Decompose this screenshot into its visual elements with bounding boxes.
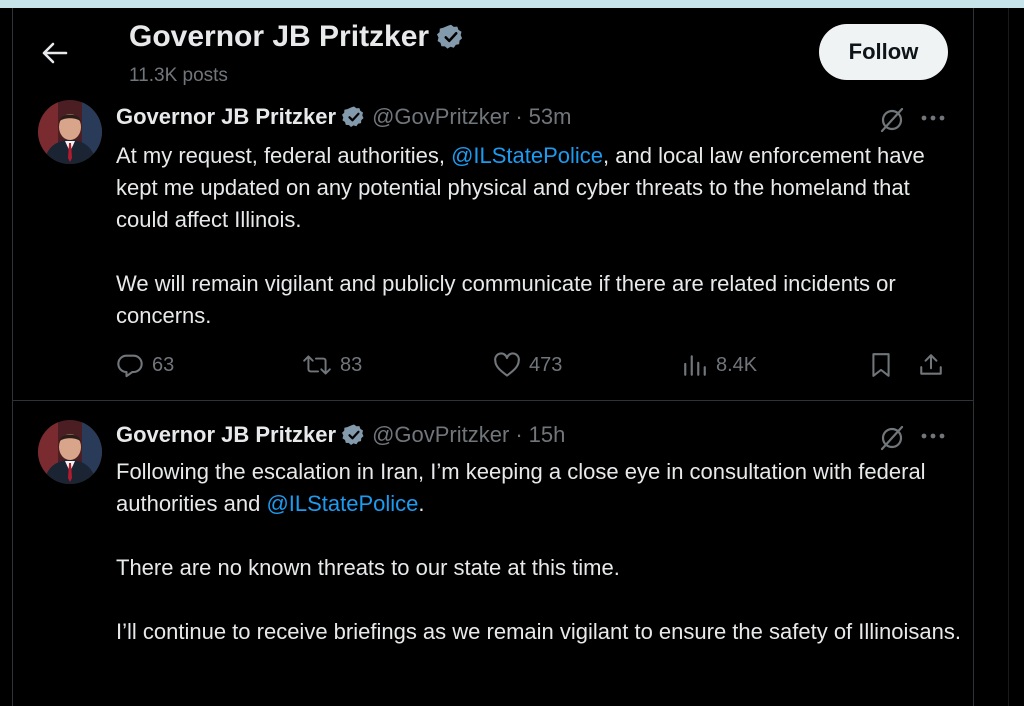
tweet-text: At my request, federal authorities, @ILS… (116, 140, 966, 332)
reply-icon (116, 351, 144, 379)
tweet-timestamp[interactable]: 53m (529, 104, 572, 130)
more-options-button[interactable] (918, 106, 948, 130)
like-count: 473 (529, 353, 563, 376)
share-icon (918, 352, 944, 378)
tweet-paragraph: At my request, federal authorities, @ILS… (116, 140, 966, 236)
page-title: Governor JB Pritzker (129, 20, 465, 54)
reply-button[interactable]: 63 (116, 348, 174, 382)
author-handle[interactable]: @GovPritzker (372, 104, 509, 130)
tweet-paragraph: We will remain vigilant and publicly com… (116, 271, 896, 328)
bookmark-icon (870, 352, 892, 378)
text-segment: Following the escalation in Iran, I’m ke… (116, 459, 926, 516)
verified-badge-icon (342, 423, 366, 447)
more-options-button[interactable] (918, 424, 948, 448)
separator-dot: · (515, 104, 523, 129)
repost-button[interactable]: 83 (302, 348, 362, 382)
post-count: 11.3K posts (129, 65, 228, 86)
avatar[interactable] (38, 100, 102, 164)
profile-name: Governor JB Pritzker (129, 20, 430, 53)
tweet-paragraph: There are no known threats to our state … (116, 555, 620, 580)
author-name[interactable]: Governor JB Pritzker (116, 104, 336, 130)
text-segment: . (418, 491, 425, 516)
author-handle[interactable]: @GovPritzker (372, 422, 509, 448)
tweet-text: Following the escalation in Iran, I’m ke… (116, 456, 966, 648)
follow-button[interactable]: Follow (819, 24, 948, 80)
mention-link[interactable]: @ILStatePolice (266, 491, 418, 516)
tweet[interactable]: Governor JB Pritzker @GovPritzker · 53m … (12, 94, 974, 401)
grok-button[interactable] (876, 422, 908, 454)
heart-icon (493, 352, 521, 378)
window-top-strip (0, 0, 1024, 8)
separator-dot: · (515, 422, 523, 447)
verified-badge-icon (437, 23, 465, 51)
more-dots-icon (921, 115, 945, 121)
bookmark-button[interactable] (870, 348, 892, 382)
profile-header: Governor JB Pritzker 11.3K posts Follow (12, 8, 974, 94)
arrow-left-icon (42, 42, 68, 64)
grok-icon (879, 425, 905, 451)
views-icon (682, 353, 708, 377)
tweet-header: Governor JB Pritzker @GovPritzker · 15h (116, 422, 565, 448)
views-count: 8.4K (716, 353, 758, 376)
share-button[interactable] (918, 348, 944, 382)
tweet-timestamp[interactable]: 15h (529, 422, 566, 448)
rail-divider (1008, 8, 1009, 706)
repost-icon (302, 351, 332, 379)
grok-icon (879, 107, 905, 133)
tweet-header: Governor JB Pritzker @GovPritzker · 53m (116, 104, 571, 130)
reply-count: 63 (152, 353, 175, 376)
right-sidebar (975, 8, 1024, 706)
like-button[interactable]: 473 (493, 348, 562, 382)
author-name[interactable]: Governor JB Pritzker (116, 422, 336, 448)
grok-button[interactable] (876, 104, 908, 136)
more-dots-icon (921, 433, 945, 439)
tweet-paragraph: I’ll continue to receive briefings as we… (116, 619, 961, 644)
back-button[interactable] (38, 36, 72, 70)
tweet[interactable]: Governor JB Pritzker @GovPritzker · 15h … (12, 402, 974, 706)
tweet-actions: 63 83 473 8.4K (116, 348, 956, 382)
tweet-paragraph: Following the escalation in Iran, I’m ke… (116, 456, 966, 520)
views-button[interactable]: 8.4K (682, 348, 757, 382)
avatar[interactable] (38, 420, 102, 484)
mention-link[interactable]: @ILStatePolice (451, 143, 603, 168)
text-segment: At my request, federal authorities, (116, 143, 452, 168)
repost-count: 83 (340, 353, 363, 376)
verified-badge-icon (342, 105, 366, 129)
